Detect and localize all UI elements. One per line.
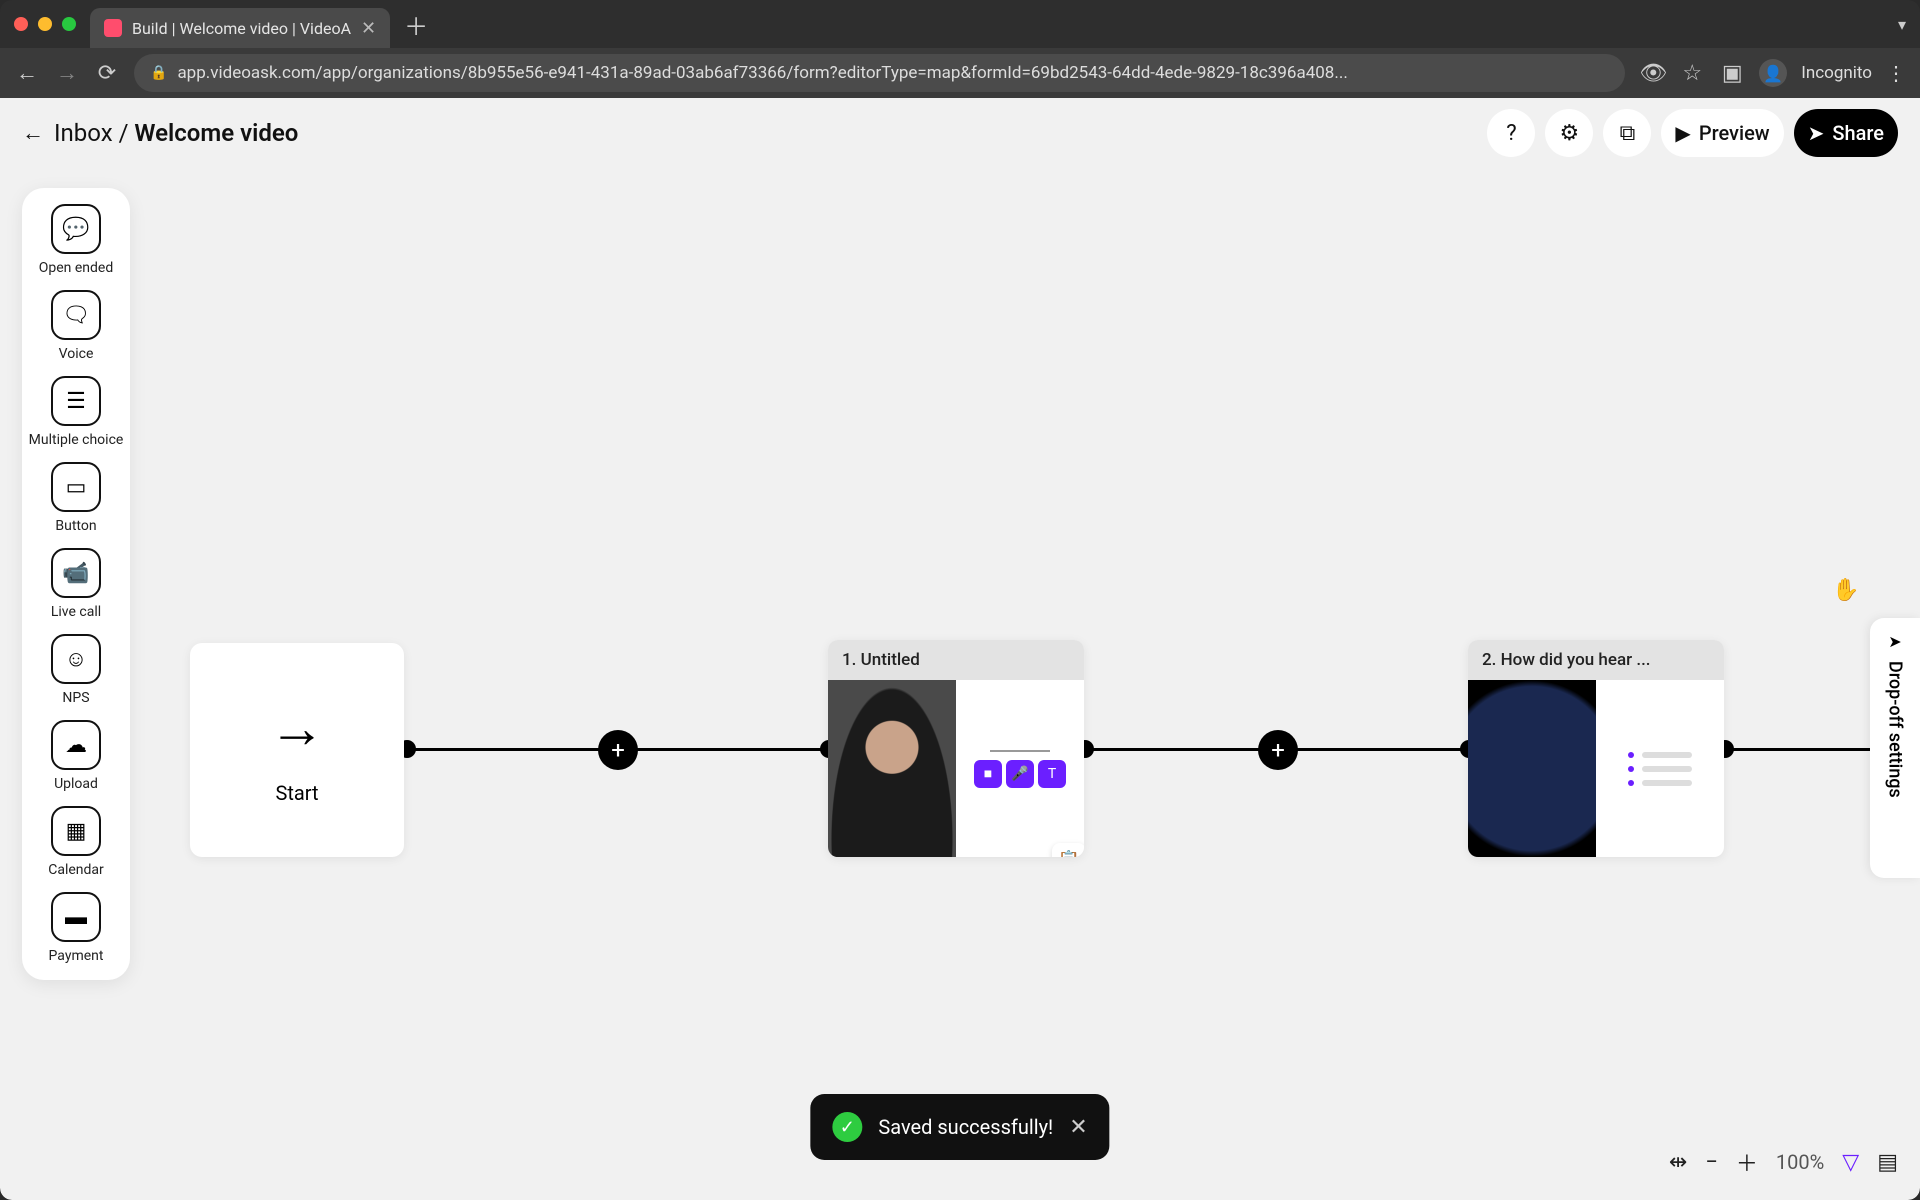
flow-canvas[interactable]: + + → Start 1. Untitled ■ 🎤 bbox=[0, 98, 1920, 1200]
zoom-out-button[interactable]: − bbox=[1705, 1150, 1718, 1175]
canvas-footer-controls: ⇹ − ＋ 100% ▽ ▤ bbox=[1669, 1146, 1898, 1178]
video-response-icon: ■ bbox=[974, 760, 1002, 788]
browser-address-bar: ← → ⟳ 🔒 app.videoask.com/app/organizatio… bbox=[0, 48, 1920, 98]
step-response-preview bbox=[1596, 680, 1724, 857]
incognito-label: Incognito bbox=[1801, 63, 1872, 83]
tab-close-icon[interactable]: ✕ bbox=[361, 18, 376, 39]
minimize-window-icon[interactable] bbox=[38, 17, 52, 31]
step-node-title: 1. Untitled bbox=[828, 640, 1084, 680]
add-node-button[interactable]: + bbox=[1258, 730, 1298, 770]
close-window-icon[interactable] bbox=[14, 17, 28, 31]
star-icon[interactable]: ☆ bbox=[1679, 61, 1705, 86]
fit-width-button[interactable]: ⇹ bbox=[1669, 1150, 1687, 1175]
audio-response-icon: 🎤 bbox=[1006, 760, 1034, 788]
dropoff-label: Drop-off settings bbox=[1885, 661, 1906, 798]
step-response-preview: ■ 🎤 T bbox=[956, 680, 1084, 857]
tabs-menu-icon[interactable]: ▾ bbox=[1898, 15, 1906, 34]
start-node[interactable]: → Start bbox=[190, 643, 404, 857]
success-check-icon: ✓ bbox=[832, 1112, 862, 1142]
eye-off-icon[interactable]: 👁 bbox=[1639, 61, 1665, 86]
extensions-icon[interactable]: ▣ bbox=[1719, 61, 1745, 86]
clipboard-badge-icon[interactable]: 📋 bbox=[1052, 843, 1084, 857]
step-thumbnail bbox=[1468, 680, 1596, 857]
lock-icon: 🔒 bbox=[150, 65, 167, 81]
toast-message: Saved successfully! bbox=[878, 1115, 1053, 1139]
zoom-in-button[interactable]: ＋ bbox=[1736, 1146, 1758, 1178]
text-response-icon: T bbox=[1038, 760, 1066, 788]
add-node-button[interactable]: + bbox=[598, 730, 638, 770]
tab-favicon-icon bbox=[104, 19, 122, 37]
back-button[interactable]: ← bbox=[14, 60, 40, 86]
browser-menu-button[interactable]: ⋮ bbox=[1886, 61, 1906, 85]
url-text: app.videoask.com/app/organizations/8b955… bbox=[177, 63, 1347, 83]
cursor-icon: ✋ bbox=[1832, 578, 1859, 603]
window-controls[interactable] bbox=[14, 17, 76, 31]
tab-title: Build | Welcome video | VideoA bbox=[132, 19, 351, 38]
zoom-level: 100% bbox=[1776, 1150, 1824, 1174]
start-node-label: Start bbox=[275, 781, 318, 805]
step-node-title: 2. How did you hear ... bbox=[1468, 640, 1724, 680]
browser-tab[interactable]: Build | Welcome video | VideoA ✕ bbox=[90, 8, 390, 48]
maximize-window-icon[interactable] bbox=[62, 17, 76, 31]
step-thumbnail bbox=[828, 680, 956, 857]
step-node-2[interactable]: 2. How did you hear ... bbox=[1468, 640, 1724, 857]
toast-notification: ✓ Saved successfully! ✕ bbox=[810, 1094, 1109, 1160]
new-tab-button[interactable]: ＋ bbox=[404, 7, 428, 42]
filter-button[interactable]: ▽ bbox=[1842, 1150, 1859, 1175]
dropoff-settings-tab[interactable]: ➤ Drop-off settings bbox=[1870, 618, 1920, 878]
forward-button[interactable]: → bbox=[54, 60, 80, 86]
reload-button[interactable]: ⟳ bbox=[94, 61, 120, 86]
app-root: ← Inbox / Welcome video ? ⚙ ⧉ ▶ Preview … bbox=[0, 98, 1920, 1200]
url-field[interactable]: 🔒 app.videoask.com/app/organizations/8b9… bbox=[134, 54, 1625, 92]
arrow-right-icon: → bbox=[269, 695, 325, 761]
layout-grid-button[interactable]: ▤ bbox=[1877, 1150, 1898, 1175]
toast-close-button[interactable]: ✕ bbox=[1069, 1115, 1087, 1140]
browser-tab-bar: Build | Welcome video | VideoA ✕ ＋ ▾ bbox=[0, 0, 1920, 48]
step-node-1[interactable]: 1. Untitled ■ 🎤 T 📋 bbox=[828, 640, 1084, 857]
cursor-select-icon: ➤ bbox=[1888, 632, 1901, 651]
incognito-icon: 👤 bbox=[1759, 59, 1787, 87]
